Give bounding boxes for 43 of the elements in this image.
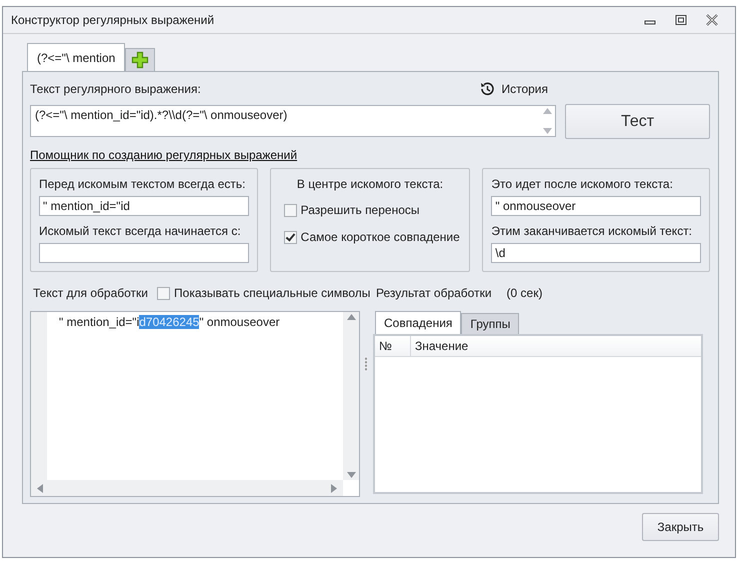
section-label: Результат обработки (376, 286, 492, 300)
maximize-icon[interactable] (674, 14, 688, 26)
horizontal-scrollbar[interactable] (31, 480, 343, 496)
column-header[interactable]: № (375, 336, 411, 356)
helper-link[interactable]: Помощник по созданию регулярных выражений (30, 148, 298, 162)
scroll-down-icon[interactable] (346, 472, 356, 478)
input-field[interactable]: " mention_id="id (39, 196, 249, 216)
field-label: Перед искомым текстом всегда есть: (39, 177, 246, 193)
test-button[interactable]: Тест (565, 104, 710, 139)
add-tab-button[interactable] (125, 48, 156, 71)
input-field[interactable]: \d (491, 243, 702, 263)
vertical-scrollbar[interactable] (343, 312, 359, 480)
scroll-down-icon[interactable] (542, 128, 552, 134)
close-icon[interactable] (705, 14, 719, 26)
scroll-up-icon[interactable] (542, 108, 552, 114)
history-button[interactable]: История (479, 81, 548, 97)
splitter-handle[interactable] (364, 357, 368, 371)
field-label: Это идет после искомого текста: (491, 177, 674, 193)
window-title: Конструктор регулярных выражений (11, 13, 216, 27)
section-label: Текст для обработки (33, 286, 148, 300)
group-title: В центре искомого текста: (296, 177, 444, 193)
close-button[interactable]: Закрыть (642, 513, 719, 541)
field-label: Этим заканчивается искомый текст: (491, 224, 694, 240)
scroll-left-icon[interactable] (37, 484, 43, 492)
column-header[interactable]: Значение (411, 336, 701, 356)
field-label: Искомый текст всегда начинается с: (39, 224, 242, 240)
tab[interactable]: Группы (461, 313, 520, 334)
scroll-right-icon[interactable] (331, 484, 337, 492)
checkbox[interactable]: Самое короткое совпадение (284, 230, 462, 244)
input-field[interactable]: " onmouseover (491, 196, 702, 216)
scroll-up-icon[interactable] (346, 314, 356, 320)
checkbox[interactable]: Показывать специальные символы (157, 286, 370, 300)
tab[interactable]: Совпадения (375, 311, 462, 334)
regex-label: Текст регулярного выражения: (30, 82, 202, 96)
sample-text: " mention_id="id70426245" onmouseover (59, 315, 280, 329)
tab[interactable]: (?<="\ mention (27, 43, 126, 71)
regex-field[interactable]: (?<="\ mention_id="id).*?\\d(?="\ onmouseover) (30, 105, 556, 137)
input-field[interactable] (39, 243, 249, 263)
checkbox[interactable]: Разрешить переносы (284, 203, 462, 217)
history-icon (479, 81, 496, 97)
elapsed-time: (0 сек) (506, 286, 542, 300)
text-editor[interactable]: " mention_id="id70426245" onmouseover (30, 311, 360, 497)
plus-icon (131, 51, 150, 69)
